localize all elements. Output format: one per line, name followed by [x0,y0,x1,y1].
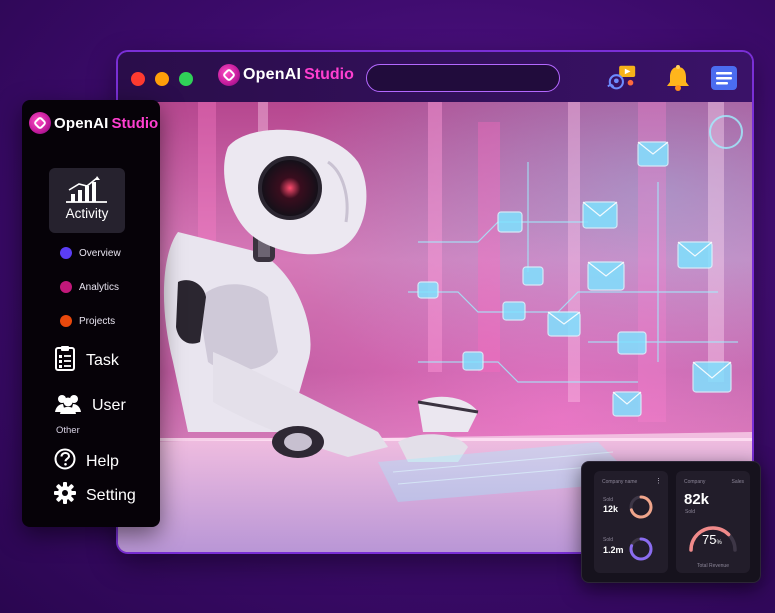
sidebar-subitem-analytics[interactable]: Analytics [60,281,119,293]
sidebar-subitem-overview[interactable]: Overview [60,247,121,259]
minimize-window-button[interactable] [155,72,169,86]
sidebar-item-user[interactable]: User [54,392,126,419]
stat-caption: Sold [603,497,614,503]
stat-ring [629,495,653,519]
clipboard-icon [54,345,76,376]
sidebar-item-setting[interactable]: Setting [54,482,136,509]
gauge-percent-unit: % [716,540,722,546]
sidebar-item-task[interactable]: Task [54,345,119,376]
brand-name: OpenAI [243,66,302,83]
bullet-icon [60,247,72,259]
stat-value: 12k [603,504,619,514]
users-icon [54,392,82,419]
help-icon [54,448,76,475]
close-window-button[interactable] [131,72,145,86]
sidebar-subitem-label: Overview [79,247,121,259]
sidebar-item-label: Help [86,452,119,470]
sidebar-subitem-label: Analytics [79,281,120,293]
revenue-caption: Sold [685,509,696,515]
header-brand[interactable]: OpenAI Studio [218,64,354,86]
card-title: Company [684,479,706,485]
sidebar-section-other: Other [56,425,80,436]
bullet-icon [60,315,72,327]
sidebar-item-label: User [92,396,126,414]
stats-card-company: Company name ⋮ Sold 12k Sold 1.2m [594,471,668,573]
sidebar-subitem-label: Projects [79,315,116,327]
revenue-value: 82k [684,491,710,508]
bullet-icon [60,281,72,293]
brand-suffix: Studio [111,114,159,132]
sidebar-item-label: Activity [65,206,109,221]
more-icon[interactable]: ⋮ [655,477,662,485]
video-chat-icon[interactable] [606,62,638,94]
brand-name: OpenAI [54,114,109,132]
sidebar-subitem-projects[interactable]: Projects [60,315,115,327]
stat-value: 1.2m [603,545,624,555]
title-bar: OpenAI Studio [118,52,752,102]
sidebar: OpenAI Studio Activity Overview Analytic… [22,100,160,527]
sidebar-brand[interactable]: OpenAI Studio [29,112,158,134]
sidebar-item-activity[interactable]: Activity [49,168,125,233]
gauge-percent-value: 75 [702,532,717,547]
sidebar-item-help[interactable]: Help [54,448,119,475]
gauge-footer: Total Revenue [697,563,729,569]
sidebar-item-label: Task [86,351,119,369]
bell-icon[interactable] [662,62,694,94]
stat-ring [629,537,653,561]
menu-icon[interactable] [708,62,740,94]
brand-logo-icon [29,112,51,134]
card-title: Company name [602,479,638,485]
sidebar-item-label: Setting [86,486,136,504]
card-subtitle: Sales [731,479,744,485]
brand-logo-icon [218,64,240,86]
search-input[interactable] [366,64,560,92]
stats-card-revenue: Company Sales 82k Sold 75% Total Revenue [676,471,750,573]
maximize-window-button[interactable] [179,72,193,86]
stat-caption: Sold [603,537,614,543]
gear-icon [54,482,76,509]
chart-icon [63,176,111,209]
stats-widget: Company name ⋮ Sold 12k Sold 1.2m Compan… [581,461,761,583]
gauge-percent: 75% [702,532,722,547]
brand-suffix: Studio [304,66,354,83]
